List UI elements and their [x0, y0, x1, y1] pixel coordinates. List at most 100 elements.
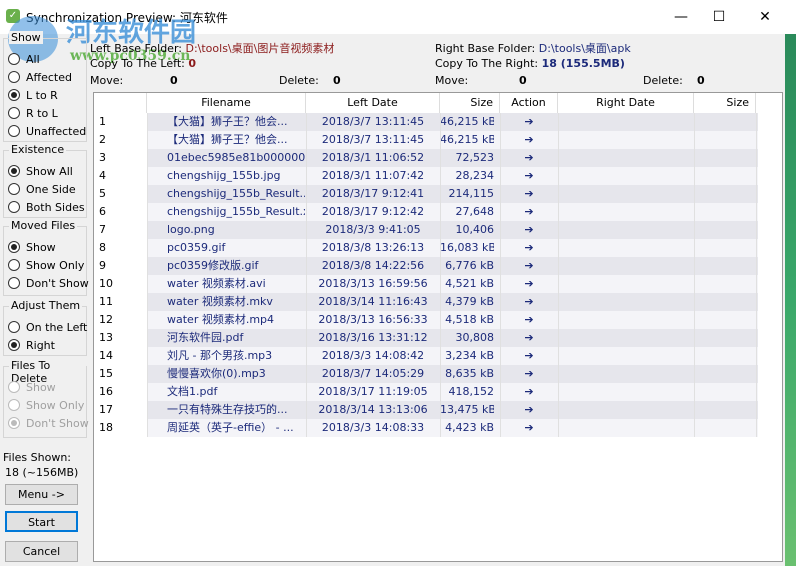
arrow-right-icon[interactable]: ➔	[500, 311, 558, 329]
radio-circle[interactable]	[8, 71, 20, 83]
table-row[interactable]: 2 【大猫】狮子王？他会... 2018/3/7 13:11:45 46,215 kB…	[94, 131, 782, 149]
table-row[interactable]: 4 chengshijg_155b.jpg 2018/3/1 11:07:42 28,…	[94, 167, 782, 185]
column-divider	[147, 113, 148, 437]
start-button[interactable]: Start	[5, 511, 78, 532]
table-row[interactable]: 15 慢慢喜欢你(0).mp3 2018/3/7 14:05:29 8,635 kB ➔	[94, 365, 782, 383]
arrow-right-icon[interactable]: ➔	[500, 275, 558, 293]
maximize-button[interactable]: ☐	[696, 0, 742, 34]
table-row[interactable]: 9 pc0359修改版.gif 2018/3/8 14:22:56 6,776 kB ➔	[94, 257, 782, 275]
table-row[interactable]: 18 周延英（英子-effie） - ... 2018/3/3 14:08:33 4,…	[94, 419, 782, 437]
radio-adjust-them-right[interactable]: Right	[8, 336, 55, 354]
table-row[interactable]: 8 pc0359.gif 2018/3/8 13:26:13 16,083 kB ➔	[94, 239, 782, 257]
table-row[interactable]: 11 water 视频素材.mkv 2018/3/14 11:16:43 4,379 …	[94, 293, 782, 311]
table-row[interactable]: 6 chengshijg_155b_Result.xls 2018/3/17 9:1…	[94, 203, 782, 221]
radio-files-to_delete-show-only[interactable]: Show Only	[8, 396, 84, 414]
column-header-1[interactable]: Filename	[147, 93, 306, 113]
arrow-right-icon[interactable]: ➔	[500, 365, 558, 383]
radio-label: Don't Show	[26, 416, 89, 430]
left-size-cell: 28,234	[455, 169, 495, 182]
menu-button[interactable]: Menu ->	[5, 484, 78, 505]
radio-circle[interactable]	[8, 89, 20, 101]
row-number: 14	[99, 349, 113, 362]
radio-moved-files-show-only[interactable]: Show Only	[8, 256, 84, 274]
table-row[interactable]: 5 chengshijg_155b_Result.... 2018/3/17 9:1…	[94, 185, 782, 203]
radio-circle[interactable]	[8, 107, 20, 119]
row-number: 10	[99, 277, 113, 290]
arrow-right-icon[interactable]: ➔	[500, 131, 558, 149]
column-header-5[interactable]: Right Date	[558, 93, 694, 113]
group-title: Adjust Them	[9, 299, 83, 312]
cancel-button[interactable]: Cancel	[5, 541, 78, 562]
arrow-right-icon[interactable]: ➔	[500, 329, 558, 347]
table-row[interactable]: 10 water 视频素材.avi 2018/3/13 16:59:56 4,521 …	[94, 275, 782, 293]
table-row[interactable]: 13 河东软件园.pdf 2018/3/16 13:31:12 30,808 ➔	[94, 329, 782, 347]
radio-files-to_delete-show[interactable]: Show	[8, 378, 56, 396]
table-row[interactable]: 14 刘凡 - 那个男孩.mp3 2018/3/3 14:08:42 3,234 kB…	[94, 347, 782, 365]
column-header-2[interactable]: Left Date	[306, 93, 440, 113]
left-date-cell: 2018/3/8 14:22:56	[321, 259, 425, 272]
radio-circle[interactable]	[8, 339, 20, 351]
arrow-right-icon[interactable]: ➔	[500, 239, 558, 257]
radio-circle[interactable]	[8, 277, 20, 289]
radio-existence-one-side[interactable]: One Side	[8, 180, 76, 198]
table-row[interactable]: 17 一只有特殊生存技巧的... 2018/3/14 13:13:06 13,475 …	[94, 401, 782, 419]
left-base-value: D:\tools\桌面\图片音视频素材	[185, 42, 335, 55]
left-date-cell: 2018/3/7 14:05:29	[321, 367, 425, 380]
close-button[interactable]: ✕	[742, 0, 788, 34]
radio-circle[interactable]	[8, 53, 20, 65]
radio-existence-both-sides[interactable]: Both Sides	[8, 198, 85, 216]
table-row[interactable]: 12 water 视频素材.mp4 2018/3/13 16:56:33 4,518 …	[94, 311, 782, 329]
row-number: 6	[99, 205, 106, 218]
radio-show-unaffected[interactable]: Unaffected	[8, 122, 86, 140]
arrow-right-icon[interactable]: ➔	[500, 257, 558, 275]
column-header-6[interactable]: Size	[694, 93, 756, 113]
table-row[interactable]: 7 logo.png 2018/3/3 9:41:05 10,406 ➔	[94, 221, 782, 239]
column-header-3[interactable]: Size	[440, 93, 500, 113]
radio-moved-files-show[interactable]: Show	[8, 238, 56, 256]
table-row[interactable]: 1 【大猫】狮子王？他会... 2018/3/7 13:11:45 46,215 kB…	[94, 113, 782, 131]
filename-cell: 河东软件园.pdf	[167, 331, 244, 344]
arrow-right-icon[interactable]: ➔	[500, 185, 558, 203]
radio-show-r-to-l[interactable]: R to L	[8, 104, 58, 122]
arrow-right-icon[interactable]: ➔	[500, 347, 558, 365]
desktop-background	[785, 34, 796, 566]
radio-adjust-them-on-the-left[interactable]: On the Left	[8, 318, 87, 336]
radio-show-l-to-r[interactable]: L to R	[8, 86, 58, 104]
arrow-right-icon[interactable]: ➔	[500, 401, 558, 419]
radio-label: One Side	[26, 182, 76, 196]
arrow-right-icon[interactable]: ➔	[500, 221, 558, 239]
row-number: 3	[99, 151, 106, 164]
row-number: 12	[99, 313, 113, 326]
radio-circle[interactable]	[8, 125, 20, 137]
arrow-right-icon[interactable]: ➔	[500, 167, 558, 185]
radio-show-affected[interactable]: Affected	[8, 68, 72, 86]
radio-existence-show-all[interactable]: Show All	[8, 162, 73, 180]
radio-label: Unaffected	[26, 124, 87, 138]
radio-circle[interactable]	[8, 183, 20, 195]
filename-cell: 慢慢喜欢你(0).mp3	[167, 367, 266, 380]
column-header-4[interactable]: Action	[500, 93, 558, 113]
radio-circle[interactable]	[8, 241, 20, 253]
filename-cell: 【大猫】狮子王？他会...	[167, 115, 288, 128]
radio-circle[interactable]	[8, 417, 20, 429]
arrow-right-icon[interactable]: ➔	[500, 113, 558, 131]
radio-circle[interactable]	[8, 321, 20, 333]
radio-circle[interactable]	[8, 259, 20, 271]
left-date-cell: 2018/3/3 9:41:05	[325, 223, 421, 236]
radio-circle[interactable]	[8, 201, 20, 213]
column-header-0[interactable]	[94, 93, 147, 113]
arrow-right-icon[interactable]: ➔	[500, 149, 558, 167]
radio-files-to_delete-don-t-show[interactable]: Don't Show	[8, 414, 89, 432]
radio-circle[interactable]	[8, 381, 20, 393]
arrow-right-icon[interactable]: ➔	[500, 203, 558, 221]
arrow-right-icon[interactable]: ➔	[500, 293, 558, 311]
table-row[interactable]: 3 01ebec5985e81b0000002... 2018/3/1 11:06:…	[94, 149, 782, 167]
radio-circle[interactable]	[8, 165, 20, 177]
arrow-right-icon[interactable]: ➔	[500, 419, 558, 437]
radio-moved-files-don-t-show[interactable]: Don't Show	[8, 274, 89, 292]
arrow-right-icon[interactable]: ➔	[500, 383, 558, 401]
radio-show-all[interactable]: All	[8, 50, 40, 68]
table-row[interactable]: 16 文档1.pdf 2018/3/17 11:19:05 418,152 ➔	[94, 383, 782, 401]
radio-circle[interactable]	[8, 399, 20, 411]
left-size-cell: 10,406	[455, 223, 495, 236]
